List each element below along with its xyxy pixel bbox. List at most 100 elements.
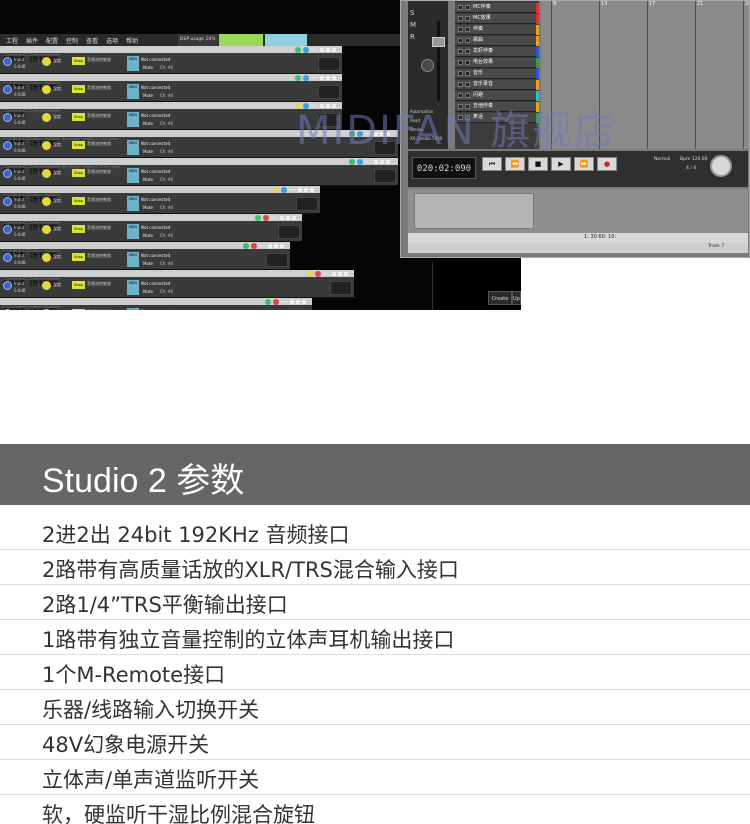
strip-button-s[interactable]: S bbox=[410, 9, 414, 17]
wet-knob[interactable] bbox=[42, 281, 51, 290]
mute-icon[interactable] bbox=[465, 71, 470, 76]
mute-icon[interactable] bbox=[465, 16, 470, 21]
snap-button[interactable]: Snap bbox=[72, 197, 85, 205]
input-knob[interactable] bbox=[3, 281, 12, 290]
record-icon[interactable]: ● bbox=[597, 157, 617, 171]
record-arm-icon[interactable] bbox=[458, 27, 463, 32]
input-knob[interactable] bbox=[3, 197, 12, 206]
dropdown-icon[interactable] bbox=[304, 188, 308, 192]
midi-button[interactable]: MIDI bbox=[127, 168, 139, 183]
midi-button[interactable]: MIDI bbox=[127, 224, 139, 239]
wet-knob[interactable] bbox=[42, 225, 51, 234]
bypass-icon[interactable] bbox=[262, 215, 269, 221]
tempo-mode[interactable]: Normal bbox=[654, 157, 670, 162]
power-icon[interactable] bbox=[254, 215, 261, 221]
volume-fader[interactable] bbox=[432, 37, 445, 47]
snap-button[interactable]: Snap bbox=[72, 281, 85, 289]
wet-knob[interactable] bbox=[42, 253, 51, 262]
bypass-icon[interactable] bbox=[272, 299, 279, 305]
save-icon[interactable] bbox=[332, 272, 336, 276]
snap-button[interactable]: Snap bbox=[72, 57, 85, 65]
close-icon[interactable] bbox=[332, 48, 336, 52]
rack-menu-item[interactable]: 控制 bbox=[66, 36, 78, 45]
power-icon[interactable] bbox=[348, 159, 355, 165]
bypass-icon[interactable] bbox=[356, 159, 363, 165]
dropdown-icon[interactable] bbox=[326, 76, 330, 80]
save-icon[interactable] bbox=[320, 76, 324, 80]
snap-button[interactable]: Snap bbox=[72, 253, 85, 261]
track-header[interactable]: 音乐录音 bbox=[455, 80, 539, 90]
strip-button-r[interactable]: R bbox=[410, 33, 415, 41]
track-header[interactable]: MC效果 bbox=[455, 14, 539, 24]
record-arm-icon[interactable] bbox=[458, 16, 463, 21]
rack-menu-item[interactable]: 配置 bbox=[46, 36, 58, 45]
close-icon[interactable] bbox=[280, 244, 284, 248]
play-icon[interactable]: ▶ bbox=[551, 157, 571, 171]
close-icon[interactable] bbox=[332, 76, 336, 80]
bpm-display[interactable]: Bpm 120.00 bbox=[680, 157, 708, 162]
power-icon[interactable] bbox=[306, 271, 313, 277]
wet-knob[interactable] bbox=[42, 57, 51, 66]
midi-button[interactable]: MIDI bbox=[127, 308, 139, 310]
dropdown-icon[interactable] bbox=[274, 244, 278, 248]
close-icon[interactable] bbox=[302, 300, 306, 304]
power-icon[interactable] bbox=[264, 299, 271, 305]
save-icon[interactable] bbox=[268, 244, 272, 248]
close-icon[interactable] bbox=[310, 188, 314, 192]
input-knob[interactable] bbox=[3, 141, 12, 150]
close-icon[interactable] bbox=[386, 160, 390, 164]
save-icon[interactable] bbox=[298, 188, 302, 192]
mute-icon[interactable] bbox=[465, 38, 470, 43]
midi-button[interactable]: MIDI bbox=[127, 252, 139, 267]
save-icon[interactable] bbox=[320, 48, 324, 52]
midi-button[interactable]: MIDI bbox=[127, 280, 139, 295]
save-icon[interactable] bbox=[290, 300, 294, 304]
bypass-icon[interactable] bbox=[250, 243, 257, 249]
mute-icon[interactable] bbox=[465, 49, 470, 54]
dropdown-icon[interactable] bbox=[296, 300, 300, 304]
power-icon[interactable] bbox=[294, 47, 301, 53]
snap-button[interactable]: Snap bbox=[72, 85, 85, 93]
bypass-icon[interactable] bbox=[314, 271, 321, 277]
wet-knob[interactable] bbox=[42, 197, 51, 206]
bypass-icon[interactable] bbox=[280, 187, 287, 193]
input-knob[interactable] bbox=[3, 113, 12, 122]
rack-menu-item[interactable]: 插件 bbox=[26, 36, 38, 45]
rewind-icon[interactable]: ⏪ bbox=[505, 157, 525, 171]
record-arm-icon[interactable] bbox=[458, 38, 463, 43]
dropdown-icon[interactable] bbox=[380, 160, 384, 164]
jog-dial[interactable] bbox=[710, 155, 732, 177]
input-knob[interactable] bbox=[3, 169, 12, 178]
input-knob[interactable] bbox=[3, 253, 12, 262]
wet-knob[interactable] bbox=[42, 141, 51, 150]
midi-button[interactable]: MIDI bbox=[127, 56, 139, 71]
input-knob[interactable] bbox=[3, 57, 12, 66]
up-button[interactable]: Up bbox=[512, 291, 521, 305]
snap-button[interactable]: Snap bbox=[72, 309, 85, 310]
save-icon[interactable] bbox=[280, 216, 284, 220]
clip-region[interactable] bbox=[414, 193, 534, 229]
strip-button-m[interactable]: M bbox=[410, 21, 416, 29]
record-arm-icon[interactable] bbox=[458, 82, 463, 87]
rack-menu-item[interactable]: 工程 bbox=[6, 36, 18, 45]
close-icon[interactable] bbox=[344, 272, 348, 276]
dropdown-icon[interactable] bbox=[286, 216, 290, 220]
save-icon[interactable] bbox=[374, 160, 378, 164]
track-header[interactable]: 伴奏 bbox=[455, 25, 539, 35]
close-icon[interactable] bbox=[292, 216, 296, 220]
rack-menu-item[interactable]: 选项 bbox=[106, 36, 118, 45]
wet-knob[interactable] bbox=[42, 169, 51, 178]
track-header[interactable]: 龙虾伴奏 bbox=[455, 47, 539, 57]
track-header[interactable]: 电台效果 bbox=[455, 58, 539, 68]
dropdown-icon[interactable] bbox=[338, 272, 342, 276]
wet-knob[interactable] bbox=[42, 85, 51, 94]
rewind-start-icon[interactable]: ⏮ bbox=[482, 157, 502, 171]
meter-display[interactable]: 4 / 4 bbox=[686, 166, 696, 171]
snap-button[interactable]: Snap bbox=[72, 169, 85, 177]
midi-button[interactable]: MIDI bbox=[127, 112, 139, 127]
power-icon[interactable] bbox=[294, 75, 301, 81]
record-arm-icon[interactable] bbox=[458, 5, 463, 10]
snap-button[interactable]: Snap bbox=[72, 113, 85, 121]
power-icon[interactable] bbox=[242, 243, 249, 249]
rack-menu-item[interactable]: 帮助 bbox=[126, 36, 138, 45]
